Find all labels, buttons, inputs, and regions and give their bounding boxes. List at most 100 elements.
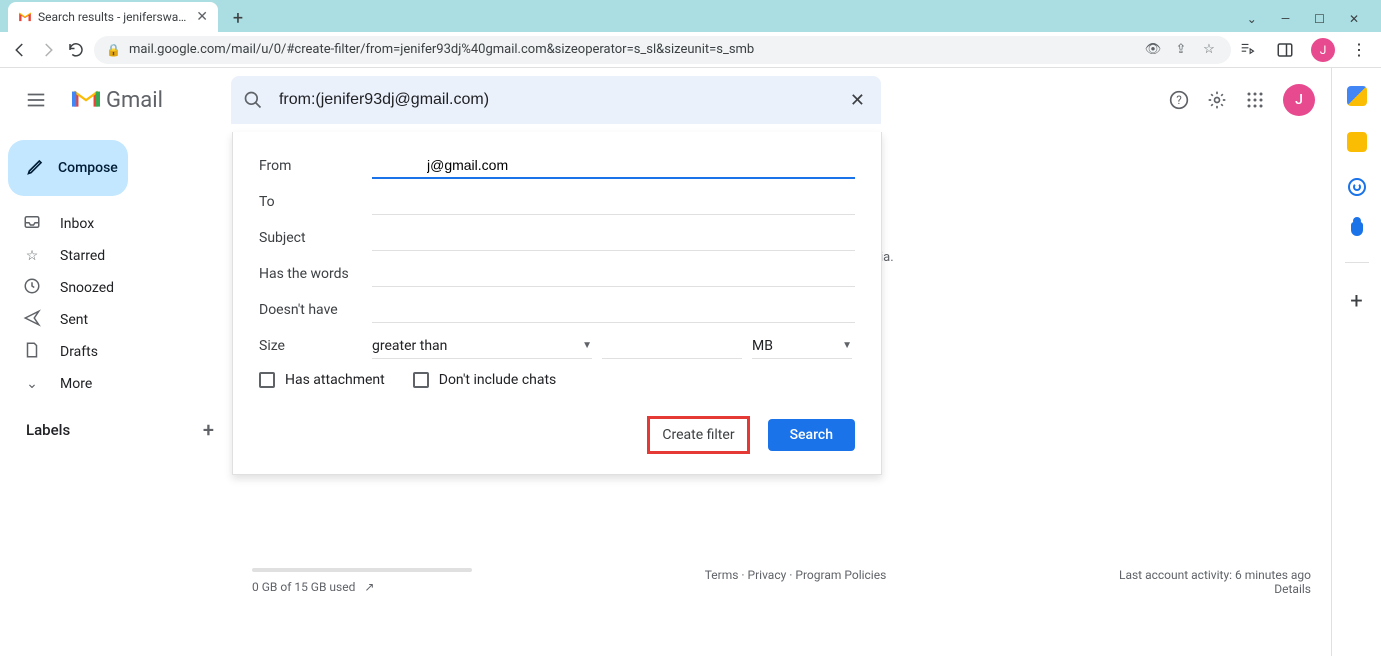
size-label: Size [259, 338, 364, 354]
caret-icon: ▼ [582, 340, 592, 351]
dont-include-chats-label: Don't include chats [439, 372, 557, 388]
sidebar-item-drafts[interactable]: Drafts [8, 336, 232, 368]
avatar-initial: J [1320, 43, 1327, 57]
sidebar-item-sent[interactable]: Sent [8, 304, 232, 336]
checkbox-icon [413, 372, 429, 388]
star-icon: ☆ [22, 248, 42, 264]
sidebar-item-label: Inbox [60, 216, 94, 232]
create-filter-button[interactable]: Create filter [647, 416, 749, 454]
haswords-input[interactable] [372, 262, 855, 287]
sidebar-item-snoozed[interactable]: Snoozed [8, 272, 232, 304]
size-operator-value: greater than [372, 338, 447, 354]
kebab-icon[interactable]: ⋮ [1351, 40, 1367, 59]
sidebar-item-inbox[interactable]: Inbox [8, 208, 232, 240]
search-bar[interactable]: ✕ [231, 76, 881, 124]
checkbox-icon [259, 372, 275, 388]
subject-label: Subject [259, 230, 364, 246]
apps-grid-icon[interactable] [1245, 90, 1265, 110]
search-button[interactable]: Search [768, 419, 855, 451]
reload-icon[interactable] [66, 40, 86, 60]
svg-text:?: ? [1176, 93, 1182, 107]
sidebar-item-label: Drafts [60, 344, 98, 360]
chevron-down-icon: ⌄ [22, 376, 42, 392]
content-area: From To Subject Has the words [232, 132, 1331, 656]
divider [1345, 262, 1369, 263]
has-attachment-checkbox[interactable]: Has attachment [259, 372, 385, 388]
browser-toolbar: 🔒 mail.google.com/mail/u/0/#create-filte… [0, 32, 1381, 68]
labels-header: Labels + [8, 400, 232, 446]
playlist-icon[interactable] [1239, 40, 1259, 60]
new-tab-button[interactable]: + [224, 4, 252, 32]
addons-plus-icon[interactable]: + [1350, 289, 1362, 314]
calendar-icon[interactable] [1347, 86, 1367, 106]
storage-text: 0 GB of 15 GB used [252, 580, 355, 594]
address-bar[interactable]: 🔒 mail.google.com/mail/u/0/#create-filte… [94, 36, 1231, 64]
size-unit-value: MB [752, 338, 773, 354]
sidebar-item-starred[interactable]: ☆ Starred [8, 240, 232, 272]
to-label: To [259, 194, 364, 210]
account-avatar[interactable]: J [1283, 84, 1315, 116]
gmail-m-icon [72, 87, 100, 113]
sidebar-item-label: Starred [60, 248, 105, 264]
close-window-icon[interactable]: ✕ [1349, 12, 1359, 26]
to-input[interactable] [372, 190, 855, 215]
sidebar: Compose Inbox ☆ Starred Sno [0, 132, 232, 656]
back-icon[interactable] [10, 40, 30, 60]
doesnt-input[interactable] [372, 298, 855, 323]
footer: 0 GB of 15 GB used ↗ Terms · Privacy · P… [248, 562, 1315, 602]
details-link[interactable]: Details [1274, 582, 1311, 596]
clear-search-icon[interactable]: ✕ [846, 90, 869, 111]
close-tab-icon[interactable]: ✕ [196, 9, 208, 25]
side-panel: + [1331, 68, 1381, 656]
browser-tabstrip: Search results - jeniferswagathdj ✕ + ⌄ … [0, 0, 1381, 32]
size-unit-select[interactable]: MB ▼ [752, 334, 852, 359]
avatar-initial: J [1295, 92, 1303, 108]
contacts-icon[interactable] [1351, 222, 1363, 236]
add-label-icon[interactable]: + [203, 418, 214, 442]
profile-avatar[interactable]: J [1311, 38, 1335, 62]
policies-link[interactable]: Program Policies [795, 568, 886, 582]
clock-icon [22, 277, 42, 299]
subject-input[interactable] [372, 226, 855, 251]
haswords-label: Has the words [259, 266, 364, 282]
inbox-icon [22, 213, 42, 235]
sidebar-item-label: More [60, 376, 92, 392]
forward-icon [38, 40, 58, 60]
terms-link[interactable]: Terms [705, 568, 739, 582]
send-icon [22, 309, 42, 331]
activity-text: Last account activity: 6 minutes ago [1119, 568, 1311, 582]
gmail-logo[interactable]: Gmail [72, 87, 163, 113]
sidebar-item-more[interactable]: ⌄ More [8, 368, 232, 400]
gmail-favicon [18, 10, 32, 24]
tasks-icon[interactable] [1348, 178, 1366, 196]
keep-icon[interactable] [1347, 132, 1367, 152]
gear-icon[interactable] [1207, 90, 1227, 110]
browser-tab[interactable]: Search results - jeniferswagathdj ✕ [8, 2, 218, 32]
from-input[interactable] [372, 153, 855, 179]
compose-label: Compose [58, 160, 118, 176]
sidepanel-icon[interactable] [1275, 40, 1295, 60]
url-text: mail.google.com/mail/u/0/#create-filter/… [129, 42, 1135, 57]
search-icon[interactable] [243, 90, 263, 110]
from-label: From [259, 158, 364, 174]
eye-icon[interactable]: 👁 [1143, 40, 1163, 60]
size-operator-select[interactable]: greater than ▼ [372, 334, 592, 359]
star-icon[interactable]: ☆ [1199, 40, 1219, 60]
document-icon [22, 341, 42, 363]
chevron-down-icon[interactable]: ⌄ [1247, 12, 1257, 26]
help-icon[interactable]: ? [1169, 90, 1189, 110]
size-value-input[interactable] [602, 334, 742, 359]
compose-button[interactable]: Compose [8, 140, 128, 196]
labels-heading: Labels [26, 421, 70, 439]
share-icon[interactable]: ⇪ [1171, 40, 1191, 60]
privacy-link[interactable]: Privacy [748, 568, 787, 582]
maximize-icon[interactable]: ☐ [1314, 12, 1325, 26]
search-input[interactable] [277, 90, 832, 110]
dont-include-chats-checkbox[interactable]: Don't include chats [413, 372, 557, 388]
pencil-icon [26, 156, 46, 180]
main-menu-icon[interactable] [16, 80, 56, 120]
open-external-icon[interactable]: ↗ [364, 580, 374, 594]
minimize-icon[interactable]: — [1281, 12, 1290, 26]
storage-bar [252, 568, 472, 572]
sidebar-item-label: Sent [60, 312, 88, 328]
